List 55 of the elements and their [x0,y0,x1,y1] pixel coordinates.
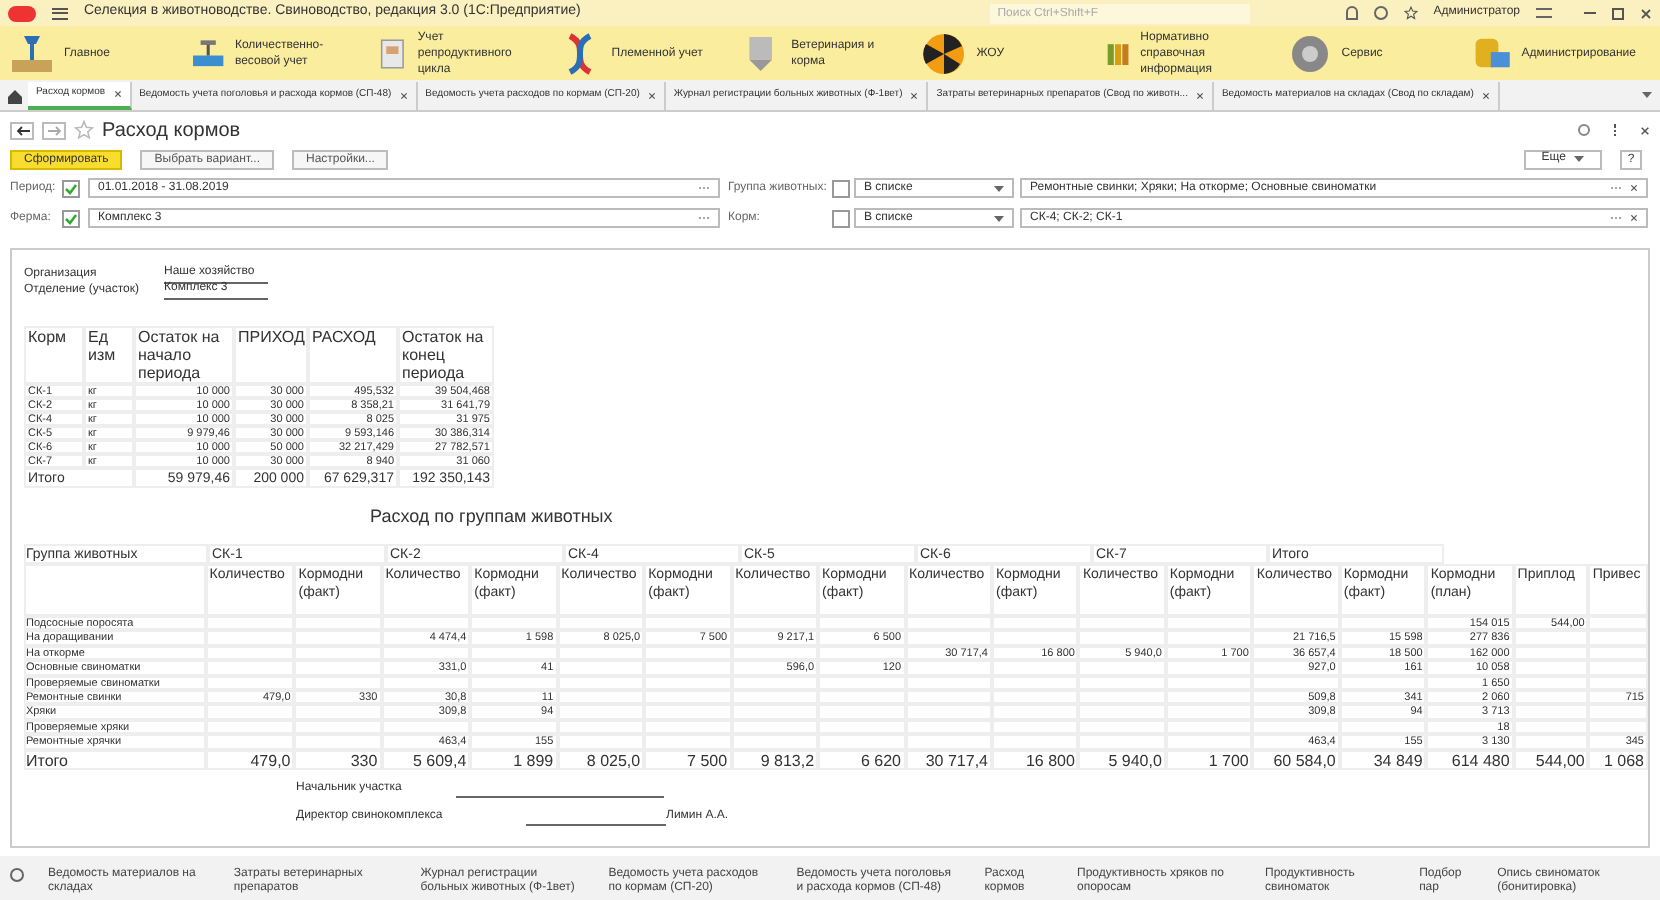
close-icon[interactable] [1481,92,1490,100]
checkbox[interactable] [62,209,80,227]
total-cell: 1 700 [1165,749,1253,770]
close-icon[interactable] [647,92,656,100]
close-icon[interactable] [910,92,919,100]
app-logo-icon [8,5,36,21]
total-cell: 9 813,2 [731,749,819,770]
radiation-icon [920,31,969,75]
total-cell: 34 849 [1339,749,1427,770]
checkbox[interactable] [832,179,850,197]
column-header: РАСХОД [308,326,398,384]
checkbox[interactable] [62,179,80,197]
total-cell: 1 899 [470,749,558,770]
close-icon[interactable] [1195,92,1204,100]
total-cell: 5 940,0 [1078,749,1166,770]
total-cell: 6 620 [818,749,906,770]
maximize-icon[interactable] [1612,7,1624,19]
star-icon[interactable] [74,120,94,140]
column-header: Остаток на начало периода [134,326,234,384]
total-cell: 479,0 [205,749,295,770]
caret-icon[interactable] [1642,92,1652,98]
close-icon[interactable] [399,92,408,100]
close-icon[interactable] [1640,125,1650,135]
column-header: Остаток на конец периода [398,326,494,384]
right-arrow-icon [47,125,61,135]
column-header: ПРИХОД [234,326,308,384]
star-icon[interactable] [1403,6,1418,20]
total-cell: 16 800 [991,749,1079,770]
close-icon[interactable] [1640,7,1652,19]
total-label: Итого [24,749,206,770]
caret-icon[interactable] [994,185,1004,191]
desk-lamp-icon [8,31,56,75]
column-header: Корм [24,326,84,384]
close-icon[interactable] [1630,184,1638,192]
menu-icon[interactable] [52,7,68,19]
total-cell: 1 068 [1588,749,1648,770]
back-button[interactable] [10,121,34,139]
column-header: Ед изм [84,326,134,384]
total-cell: 5 609,4 [381,749,471,770]
caret-icon[interactable] [1574,156,1584,162]
total-cell: 544,00 [1513,749,1589,770]
section-title: Расход по группам животных [370,504,615,530]
total-cell: 614 480 [1426,749,1514,770]
close-icon[interactable] [1630,214,1638,222]
total-cell: 330 [294,749,382,770]
form-title: Расход кормов [102,117,241,145]
caret-icon[interactable] [994,215,1004,221]
checkbox[interactable] [832,209,850,227]
left-arrow-icon [15,125,29,135]
total-cell: 30 717,4 [905,749,992,770]
total-cell: 8 025,0 [557,749,645,770]
total-cell: 60 584,0 [1252,749,1340,770]
bell-icon[interactable] [1345,6,1358,20]
close-icon[interactable] [113,90,122,98]
total-cell: 7 500 [644,749,732,770]
